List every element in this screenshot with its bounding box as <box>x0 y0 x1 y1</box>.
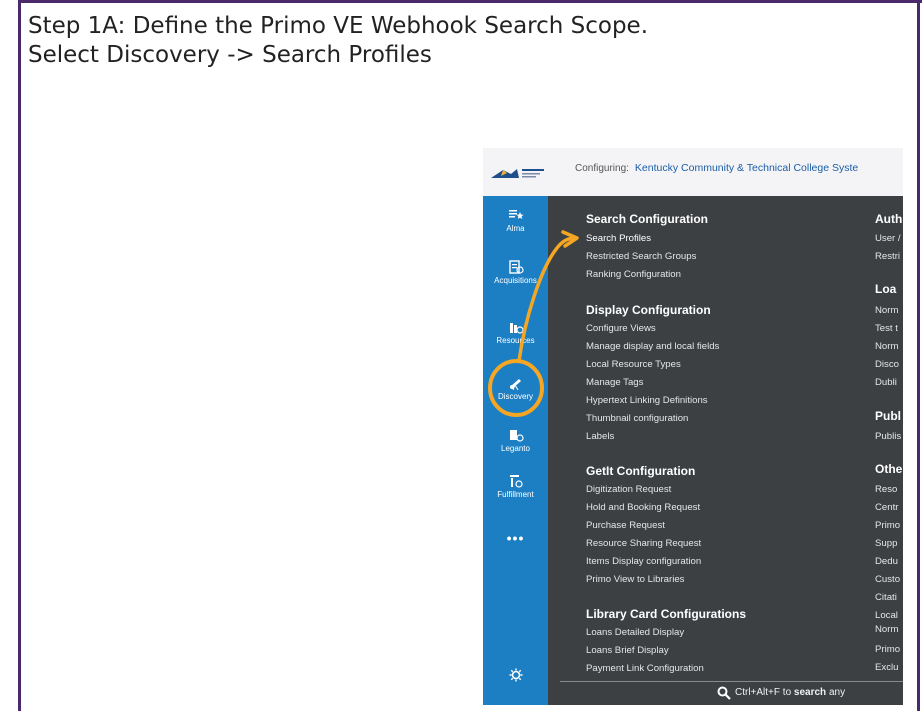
menu-item-loans-brief-display[interactable]: Loans Brief Display <box>586 645 669 656</box>
menu-item-local-resource-types[interactable]: Local Resource Types <box>586 359 681 370</box>
menu-search-bar[interactable]: Ctrl+Alt+F to search any <box>560 681 903 705</box>
menu-item-right[interactable]: Norm <box>875 624 898 635</box>
institution-logo <box>491 169 544 178</box>
menu-item-labels[interactable]: Labels <box>586 431 614 442</box>
acquisitions-icon <box>508 260 524 274</box>
section-load: Loa <box>875 282 897 296</box>
sidebar-item-alma[interactable]: Alma <box>483 208 548 233</box>
menu-item-right[interactable]: Dedu <box>875 556 898 567</box>
menu-item-right[interactable]: Citati <box>875 592 897 603</box>
menu-item-right[interactable]: Custo <box>875 574 900 585</box>
sidebar-item-more[interactable]: ••• <box>483 530 548 546</box>
sidebar-item-settings[interactable] <box>483 668 548 684</box>
discovery-menu: Search Configuration Search Profiles Res… <box>548 196 903 705</box>
top-bar: Configuring: Kentucky Community & Technic… <box>483 148 903 197</box>
menu-item-primo-view-to-libraries[interactable]: Primo View to Libraries <box>586 574 684 585</box>
search-hint-shortcut: Ctrl+Alt+F to <box>735 687 792 698</box>
discovery-telescope-icon <box>509 379 521 390</box>
menu-item-items-display-configuration[interactable]: Items Display configuration <box>586 556 701 567</box>
menu-item-hold-booking-request[interactable]: Hold and Booking Request <box>586 502 700 513</box>
slide-border-right <box>917 0 920 711</box>
menu-item-right[interactable]: Publis <box>875 431 901 442</box>
leganto-icon <box>509 430 524 442</box>
slide: Step 1A: Define the Primo VE Webhook Sea… <box>0 0 922 711</box>
menu-item-right[interactable]: Local <box>875 610 898 621</box>
search-hint-rest: any <box>828 687 846 698</box>
section-other: Othe <box>875 462 903 476</box>
section-auth: Auth <box>875 212 903 226</box>
menu-item-right[interactable]: Norm <box>875 305 898 316</box>
section-getit-configuration: GetIt Configuration <box>586 464 696 478</box>
menu-item-right[interactable]: User / <box>875 233 901 244</box>
menu-item-configure-views[interactable]: Configure Views <box>586 323 656 334</box>
resources-icon <box>509 323 524 334</box>
institution-name[interactable]: Kentucky Community & Technical College S… <box>635 162 858 174</box>
search-shortcut-hint: Ctrl+Alt+F to search any <box>735 687 845 698</box>
menu-item-search-profiles[interactable]: Search Profiles <box>586 233 651 244</box>
more-icon: ••• <box>506 530 525 546</box>
menu-item-right[interactable]: Supp <box>875 538 897 549</box>
slide-title: Step 1A: Define the Primo VE Webhook Sea… <box>28 12 648 70</box>
menu-item-digitization-request[interactable]: Digitization Request <box>586 484 671 495</box>
menu-item-right[interactable]: Restri <box>875 251 900 262</box>
menu-item-right[interactable]: Exclu <box>875 662 898 673</box>
fulfillment-icon <box>509 475 523 488</box>
menu-item-hypertext-linking[interactable]: Hypertext Linking Definitions <box>586 395 708 406</box>
menu-item-right[interactable]: Primo <box>875 520 900 531</box>
slide-title-line2: Select Discovery -> Search Profiles <box>28 42 432 68</box>
menu-item-right[interactable]: Primo <box>875 644 900 655</box>
sidebar-item-label: Acquisitions <box>494 276 537 285</box>
slide-title-line1: Step 1A: Define the Primo VE Webhook Sea… <box>28 13 649 39</box>
sidebar-item-resources[interactable]: Resources <box>483 320 548 345</box>
alma-screenshot: Configuring: Kentucky Community & Technic… <box>483 148 903 705</box>
search-hint-bold: search <box>793 687 827 698</box>
menu-item-right[interactable]: Dubli <box>875 377 897 388</box>
menu-item-right[interactable]: Disco <box>875 359 899 370</box>
sidebar-item-label: Leganto <box>501 444 530 453</box>
section-publishing: Publ <box>875 409 901 423</box>
sidebar-item-leganto[interactable]: Leganto <box>483 428 548 453</box>
sidebar-item-acquisitions[interactable]: Acquisitions <box>483 260 548 285</box>
section-search-configuration: Search Configuration <box>586 212 709 226</box>
sidebar-item-discovery[interactable]: Discovery <box>483 376 548 401</box>
menu-item-purchase-request[interactable]: Purchase Request <box>586 520 665 531</box>
sidebar: Alma Acquisitions Resources Discovery Le… <box>483 196 548 705</box>
sidebar-item-label: Discovery <box>497 392 534 401</box>
sidebar-item-label: Fulfillment <box>497 490 534 499</box>
section-library-card-configurations: Library Card Configurations <box>586 607 747 621</box>
slide-border-top <box>18 0 922 3</box>
sidebar-item-label: Alma <box>506 224 525 233</box>
menu-item-right[interactable]: Centr <box>875 502 898 513</box>
alma-icon <box>508 210 523 219</box>
right-menu-column: Auth User / Restri Loa Norm Test t Norm … <box>875 196 903 696</box>
configuring-context[interactable]: Configuring: Kentucky Community & Technic… <box>575 162 858 174</box>
menu-item-right[interactable]: Reso <box>875 484 897 495</box>
search-icon <box>717 686 731 700</box>
menu-item-manage-display-fields[interactable]: Manage display and local fields <box>586 341 719 352</box>
gear-icon <box>509 668 522 682</box>
menu-item-manage-tags[interactable]: Manage Tags <box>586 377 643 388</box>
menu-item-payment-link-configuration[interactable]: Payment Link Configuration <box>586 663 704 674</box>
menu-item-right[interactable]: Test t <box>875 323 898 334</box>
menu-item-thumbnail-configuration[interactable]: Thumbnail configuration <box>586 413 688 424</box>
menu-item-resource-sharing-request[interactable]: Resource Sharing Request <box>586 538 701 549</box>
configuring-label: Configuring: <box>575 163 629 174</box>
sidebar-item-fulfillment[interactable]: Fulfillment <box>483 474 548 499</box>
menu-item-restricted-search-groups[interactable]: Restricted Search Groups <box>586 251 696 262</box>
sidebar-item-label: Resources <box>496 336 535 345</box>
section-display-configuration: Display Configuration <box>586 303 711 317</box>
menu-item-loans-detailed-display[interactable]: Loans Detailed Display <box>586 627 684 638</box>
menu-item-ranking-configuration[interactable]: Ranking Configuration <box>586 269 681 280</box>
menu-item-right[interactable]: Norm <box>875 341 898 352</box>
slide-border-left <box>18 0 21 711</box>
